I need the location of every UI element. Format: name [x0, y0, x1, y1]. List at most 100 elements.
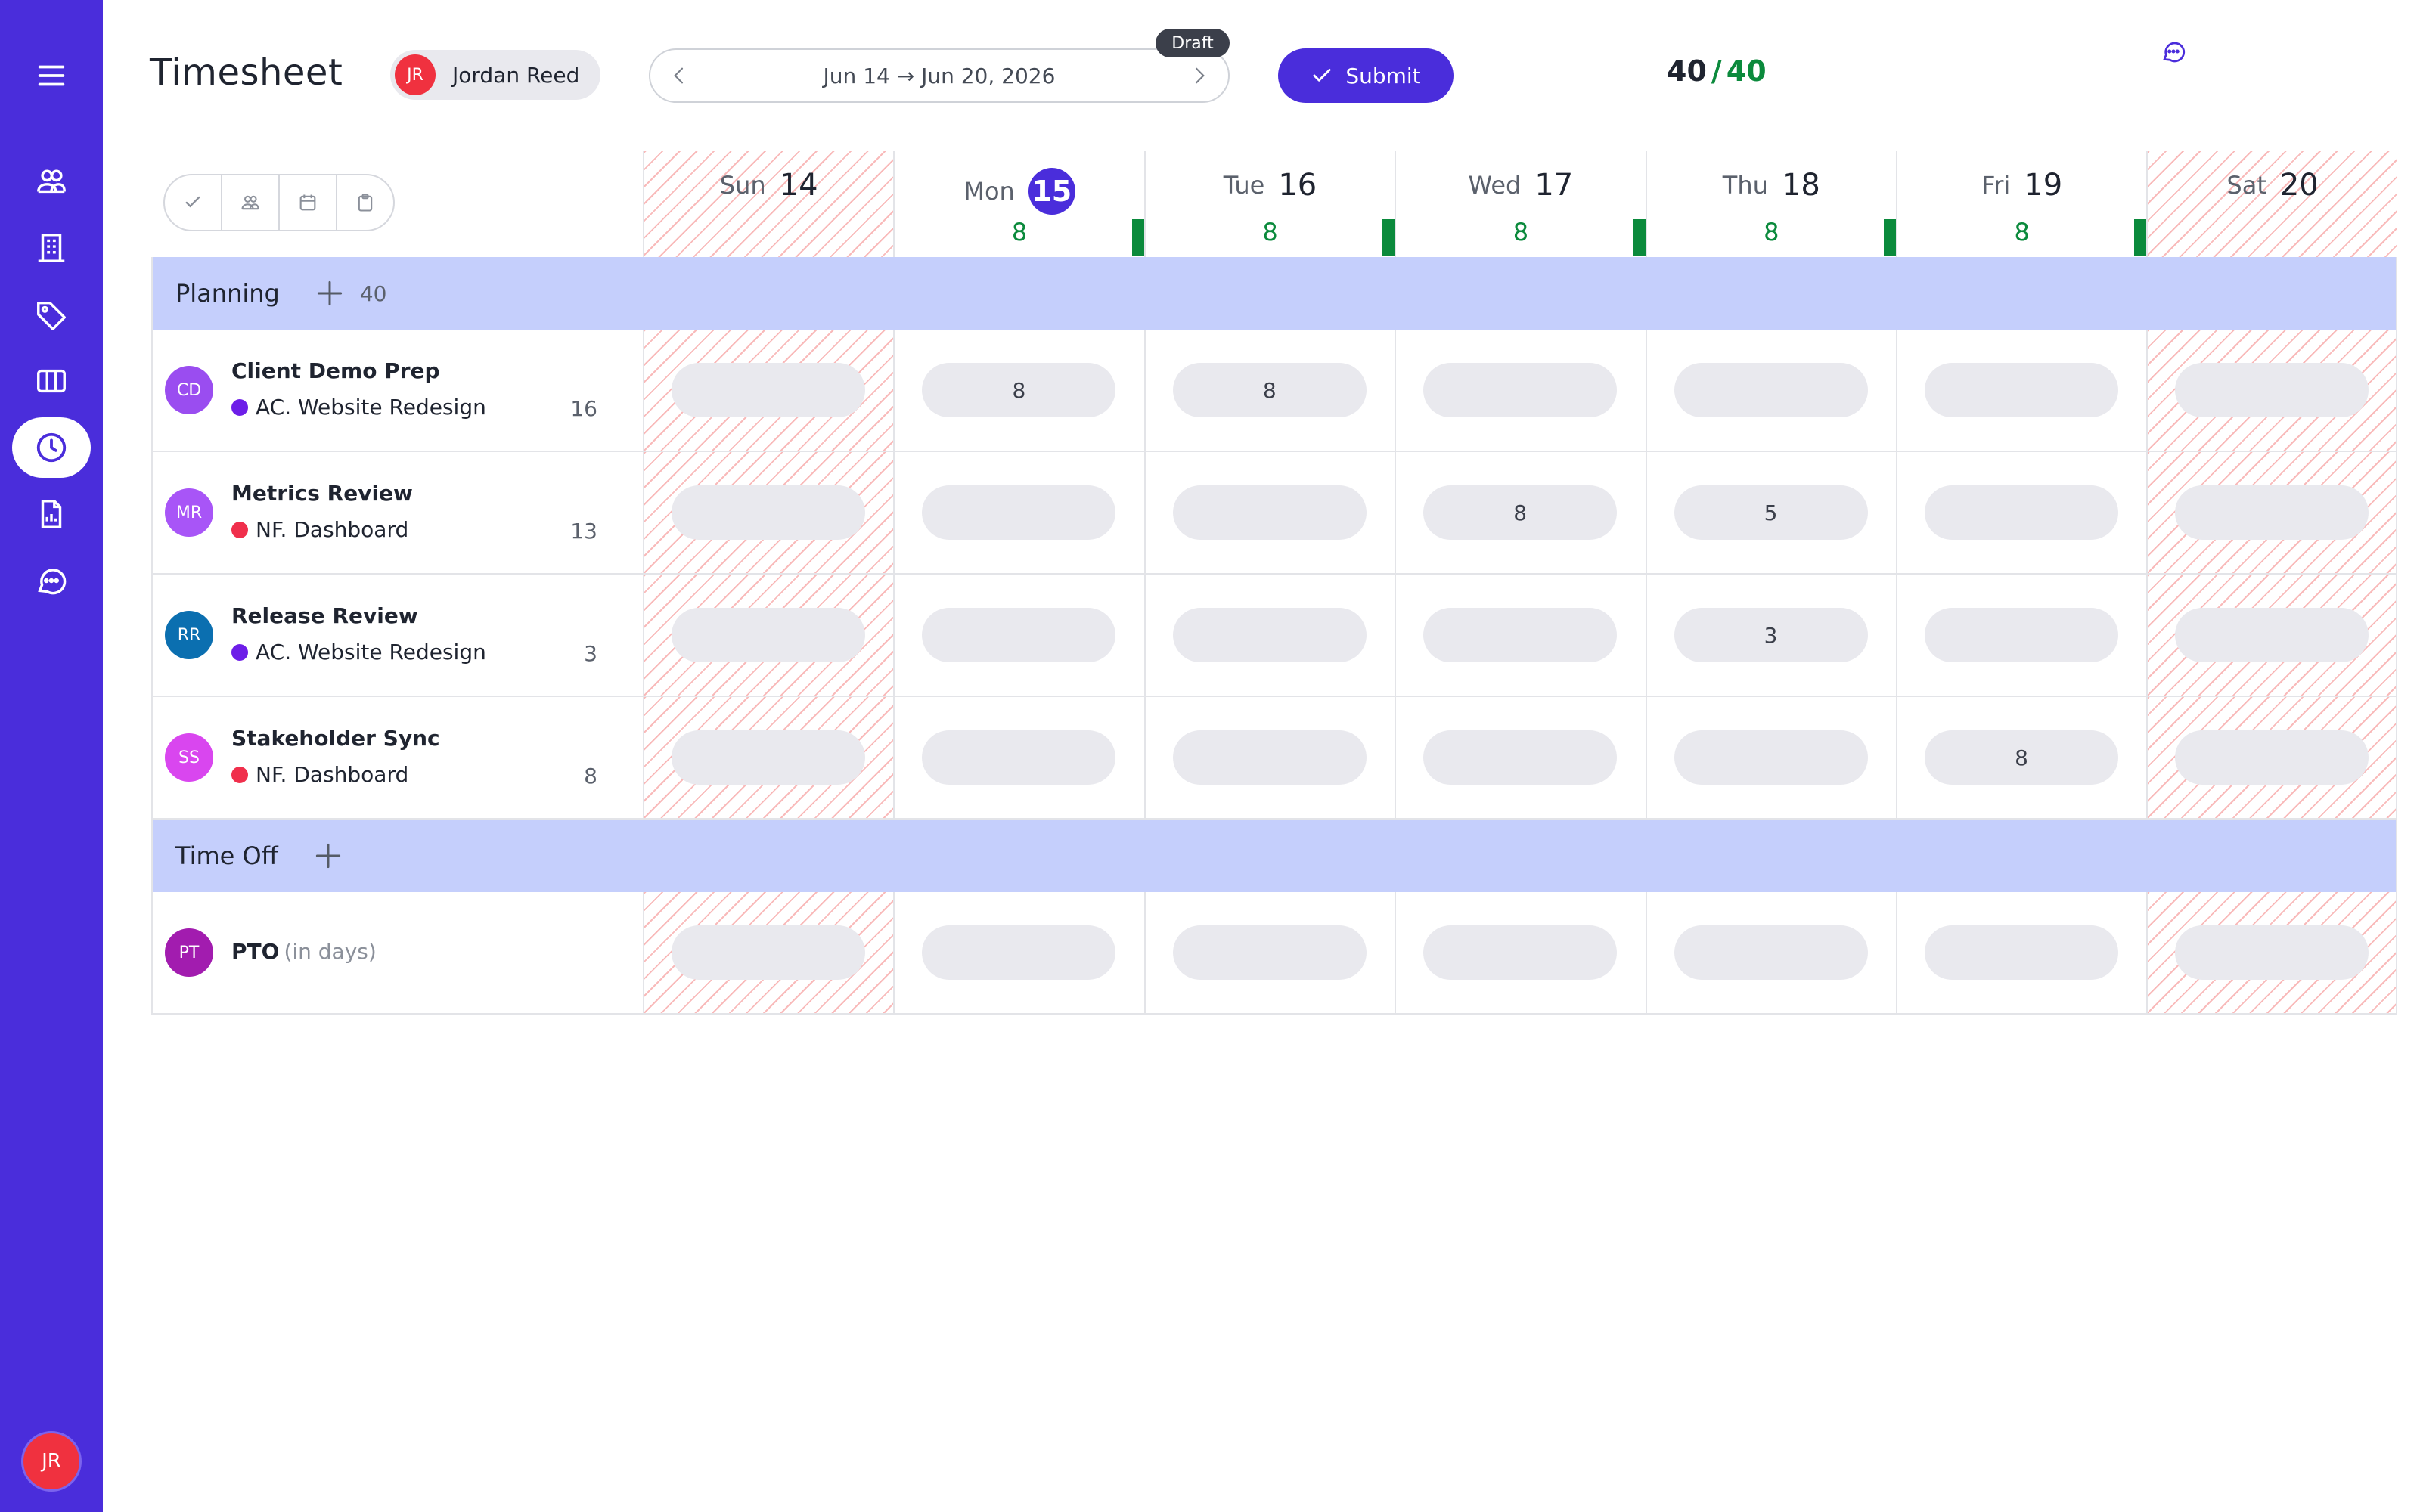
day-cell — [2146, 697, 2397, 818]
hours-input[interactable] — [1172, 608, 1367, 662]
table-row: SS Stakeholder Sync NF. Dashboard 8 8 — [151, 697, 2397, 820]
calendar-icon[interactable] — [280, 175, 337, 230]
menu-icon[interactable] — [18, 42, 85, 109]
report-icon[interactable] — [18, 481, 85, 547]
hours-input[interactable] — [672, 730, 865, 785]
columns-icon[interactable] — [18, 348, 85, 414]
hours-input[interactable] — [1925, 485, 2118, 540]
hours-input[interactable] — [922, 608, 1116, 662]
day-header-sun: Sun 14 — [643, 151, 894, 257]
task-info: PT PTO (in days) — [151, 892, 643, 1013]
tag-icon[interactable] — [18, 281, 85, 348]
task-avatar: CD — [165, 366, 213, 414]
hours-input[interactable] — [1423, 925, 1618, 980]
hours-input[interactable] — [1674, 363, 1868, 417]
task-name: Release Review — [231, 603, 418, 628]
user-selector[interactable]: JR Jordan Reed — [390, 50, 600, 100]
avatar[interactable]: JR — [21, 1431, 82, 1492]
hours-input[interactable] — [1674, 925, 1868, 980]
hours-input[interactable] — [1925, 363, 2118, 417]
hours-input[interactable]: 8 — [1423, 485, 1618, 540]
people-icon[interactable] — [18, 148, 85, 215]
hours-input[interactable] — [1674, 730, 1868, 785]
day-header-wed: Wed 17 8 — [1395, 151, 1646, 257]
day-hours: 8 — [1011, 218, 1028, 246]
submit-button[interactable]: Submit — [1278, 48, 1454, 103]
day-header-sat: Sat 20 — [2146, 151, 2397, 257]
hours-input[interactable] — [672, 485, 865, 540]
hours-input[interactable] — [1172, 485, 1367, 540]
day-cell — [1896, 892, 2146, 1013]
table-row: MR Metrics Review NF. Dashboard 13 8 5 — [151, 452, 2397, 575]
hours-input[interactable] — [2175, 730, 2369, 785]
day-cell — [1645, 892, 1896, 1013]
hours-input[interactable] — [672, 363, 865, 417]
group-total: 40 — [359, 280, 387, 306]
hours-input[interactable] — [2175, 363, 2369, 417]
user-avatar: JR — [395, 54, 436, 95]
task-info: RR Release Review AC. Website Redesign 3 — [151, 575, 643, 696]
hours-input[interactable] — [1172, 730, 1367, 785]
day-cell: 3 — [1645, 575, 1896, 696]
hours-input[interactable]: 8 — [922, 363, 1116, 417]
day-date: 18 — [1781, 168, 1820, 203]
day-label: Sat 20 — [2148, 168, 2397, 203]
day-cell — [1143, 452, 1395, 573]
hours-input[interactable]: 8 — [1925, 730, 2118, 785]
hours-input[interactable] — [2175, 608, 2369, 662]
task-info: MR Metrics Review NF. Dashboard 13 — [151, 452, 643, 573]
hours-input[interactable] — [1172, 925, 1367, 980]
task-total: 8 — [584, 764, 597, 789]
total-logged: 40 — [1667, 54, 1707, 88]
hours-input[interactable] — [2175, 485, 2369, 540]
group-planning: Planning 40 — [151, 257, 2397, 330]
day-label: Wed 17 — [1396, 168, 1645, 203]
total-separator: / — [1711, 54, 1722, 88]
day-date: 17 — [1534, 168, 1574, 203]
hours-input[interactable]: 3 — [1674, 608, 1868, 662]
date-range-picker[interactable]: Jun 14 → Jun 20, 2026 — [649, 48, 1230, 103]
hours-input[interactable] — [1423, 730, 1618, 785]
project-color-dot — [231, 643, 248, 661]
pto-label: PTO (in days) — [231, 939, 377, 964]
hours-input[interactable] — [2175, 925, 2369, 980]
approve-icon[interactable] — [165, 175, 222, 230]
hours-input[interactable]: 5 — [1674, 485, 1868, 540]
people-icon[interactable] — [222, 175, 280, 230]
hours-input[interactable] — [922, 485, 1116, 540]
day-hours: 8 — [1512, 218, 1529, 246]
day-cell — [643, 892, 894, 1013]
day-hours: 8 — [1262, 218, 1278, 246]
chevron-right-icon[interactable] — [1187, 64, 1212, 88]
task-info: SS Stakeholder Sync NF. Dashboard 8 — [151, 697, 643, 818]
day-cell: 8 — [1896, 697, 2146, 818]
hours-input[interactable] — [922, 925, 1116, 980]
hours-input[interactable] — [1423, 608, 1618, 662]
add-icon[interactable] — [313, 277, 346, 310]
hours-input[interactable] — [672, 925, 865, 980]
submit-label: Submit — [1345, 63, 1421, 88]
hours-input[interactable]: 8 — [1172, 363, 1367, 417]
task-name: Metrics Review — [231, 481, 413, 506]
comments-icon[interactable] — [2160, 38, 2187, 65]
day-cell — [2146, 452, 2397, 573]
status-badge: Draft — [1156, 29, 1230, 57]
clipboard-icon[interactable] — [337, 175, 393, 230]
hours-input[interactable] — [1925, 925, 2118, 980]
chat-icon[interactable] — [18, 547, 85, 614]
day-name: Thu — [1722, 171, 1768, 200]
clock-icon[interactable] — [12, 417, 91, 478]
building-icon[interactable] — [18, 215, 85, 281]
add-icon[interactable] — [312, 839, 345, 872]
project-color-dot — [231, 521, 248, 538]
day-cell — [893, 452, 1143, 573]
hours-input[interactable] — [922, 730, 1116, 785]
date-range-label: Jun 14 → Jun 20, 2026 — [823, 63, 1056, 88]
chevron-left-icon[interactable] — [667, 64, 691, 88]
hours-input[interactable] — [1925, 608, 2118, 662]
task-total: 16 — [570, 396, 597, 421]
hours-input[interactable] — [672, 608, 865, 662]
task-avatar: MR — [165, 488, 213, 537]
task-avatar: PT — [165, 928, 213, 977]
hours-input[interactable] — [1423, 363, 1618, 417]
